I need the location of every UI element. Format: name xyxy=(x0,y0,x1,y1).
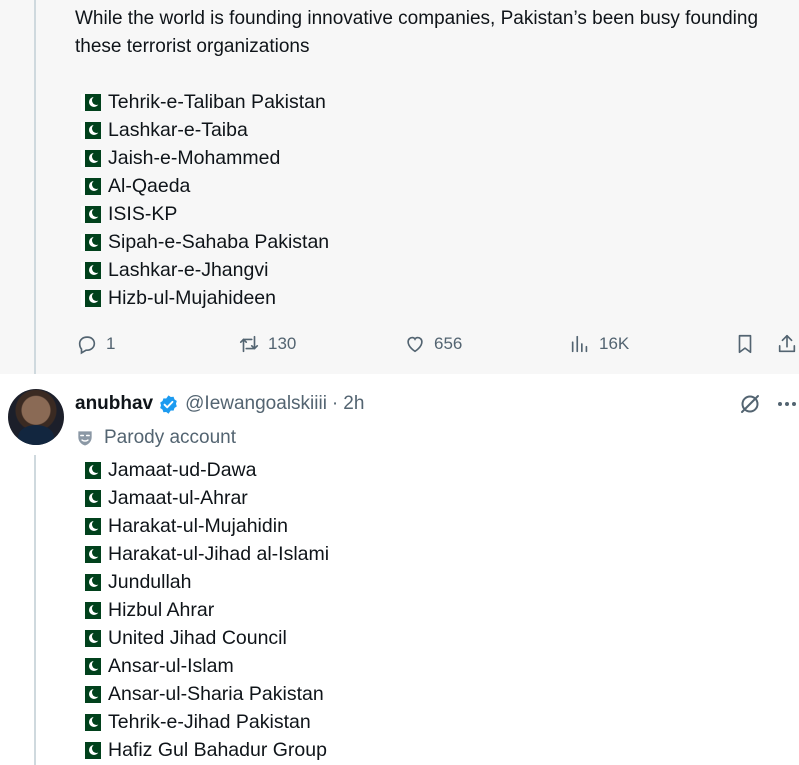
bookmark-icon xyxy=(738,334,752,354)
grok-button[interactable] xyxy=(738,392,762,416)
avatar[interactable] xyxy=(8,389,64,445)
list-item: Lashkar-e-Taiba xyxy=(81,116,329,144)
pakistan-flag-icon xyxy=(81,289,101,307)
list-item: Hafiz Gul Bahadur Group xyxy=(81,736,329,764)
verified-badge-icon xyxy=(160,394,177,414)
views-count: 16K xyxy=(599,334,630,353)
list-item-text: Harakat-ul-Mujahidin xyxy=(108,514,288,537)
pakistan-flag-icon xyxy=(81,573,101,591)
pakistan-flag-icon xyxy=(81,261,101,279)
repost-button[interactable]: 130 xyxy=(238,330,296,358)
bookmark-button[interactable] xyxy=(734,330,764,358)
pakistan-flag-icon xyxy=(81,741,101,759)
pakistan-flag-icon xyxy=(81,461,101,479)
display-name[interactable]: anubhav xyxy=(75,393,153,415)
list-item-text: Ansar-ul-Islam xyxy=(108,654,234,677)
list-item-text: Jaish-e-Mohammed xyxy=(108,146,281,169)
like-count: 656 xyxy=(434,334,463,353)
list-item-text: Harakat-ul-Jihad al-Islami xyxy=(108,542,330,565)
list-item-text: Jundullah xyxy=(108,570,192,593)
list-item-text: United Jihad Council xyxy=(108,626,287,649)
list-item: Ansar-ul-Islam xyxy=(81,652,329,680)
list-item-text: Lashkar-e-Taiba xyxy=(108,118,248,141)
reply-icon xyxy=(78,336,96,355)
thread-line xyxy=(34,455,36,765)
post-time[interactable]: 2h xyxy=(343,393,364,415)
pakistan-flag-icon xyxy=(81,657,101,675)
org-list-1: Tehrik-e-Taliban Pakistan Lashkar-e-Taiba… xyxy=(81,88,329,312)
list-item: Harakat-ul-Mujahidin xyxy=(81,512,329,540)
list-item-text: Al-Qaeda xyxy=(108,174,191,197)
share-icon xyxy=(778,334,796,353)
pakistan-flag-icon xyxy=(81,713,101,731)
list-item: Harakat-ul-Jihad al-Islami xyxy=(81,540,329,568)
list-item: Lashkar-e-Jhangvi xyxy=(81,256,329,284)
views-icon xyxy=(571,335,588,353)
reply-button[interactable]: 1 xyxy=(76,330,115,358)
heart-icon xyxy=(407,336,423,353)
pakistan-flag-icon xyxy=(81,545,101,563)
action-bar: 1 130 656 16K xyxy=(0,330,799,358)
list-item-text: Lashkar-e-Jhangvi xyxy=(108,258,269,281)
org-list-2: Jamaat-ud-Dawa Jamaat-ul-Ahrar Harakat-ul-… xyxy=(81,456,329,764)
like-button[interactable]: 656 xyxy=(404,330,462,358)
list-item-text: ISIS-KP xyxy=(108,202,178,225)
list-item: Tehrik-e-Jihad Pakistan xyxy=(81,708,329,736)
list-item: Ansar-ul-Sharia Pakistan xyxy=(81,680,329,708)
share-button[interactable] xyxy=(776,330,799,358)
list-item: Al-Qaeda xyxy=(81,172,329,200)
pakistan-flag-icon xyxy=(81,149,101,167)
pakistan-flag-icon xyxy=(81,205,101,223)
list-item: Jamaat-ul-Ahrar xyxy=(81,484,329,512)
parody-mask-icon xyxy=(78,431,92,446)
more-icon xyxy=(778,402,796,406)
list-item: Hizb-ul-Mujahideen xyxy=(81,284,329,312)
list-item-text: Tehrik-e-Taliban Pakistan xyxy=(108,90,326,113)
pakistan-flag-icon xyxy=(81,121,101,139)
pakistan-flag-icon xyxy=(81,601,101,619)
pakistan-flag-icon xyxy=(81,93,101,111)
pakistan-flag-icon xyxy=(81,177,101,195)
thread-line xyxy=(34,0,36,374)
repost-icon xyxy=(239,335,259,353)
list-item: Jaish-e-Mohammed xyxy=(81,144,329,172)
pakistan-flag-icon xyxy=(81,685,101,703)
list-item-text: Hafiz Gul Bahadur Group xyxy=(108,738,327,761)
repost-count: 130 xyxy=(268,334,297,353)
list-item-text: Jamaat-ul-Ahrar xyxy=(108,486,248,509)
list-item: ISIS-KP xyxy=(81,200,329,228)
quoted-post[interactable]: While the world is founding innovative c… xyxy=(0,0,799,374)
separator-dot: · xyxy=(331,393,339,414)
list-item: Hizbul Ahrar xyxy=(81,596,329,624)
list-item-text: Hizb-ul-Mujahideen xyxy=(108,286,276,309)
pakistan-flag-icon xyxy=(81,629,101,647)
list-item-text: Jamaat-ud-Dawa xyxy=(108,458,257,481)
list-item: Jamaat-ud-Dawa xyxy=(81,456,329,484)
post-header: anubhav @Iewangoalskiiii · 2h xyxy=(75,390,364,418)
list-item: United Jihad Council xyxy=(81,624,329,652)
views-button[interactable]: 16K xyxy=(569,330,629,358)
pakistan-flag-icon xyxy=(81,489,101,507)
pakistan-flag-icon xyxy=(81,517,101,535)
list-item-text: Hizbul Ahrar xyxy=(108,598,215,621)
parody-text: Parody account xyxy=(104,427,237,448)
list-item-text: Tehrik-e-Jihad Pakistan xyxy=(108,710,311,733)
list-item: Tehrik-e-Taliban Pakistan xyxy=(81,88,329,116)
list-item-text: Sipah-e-Sahaba Pakistan xyxy=(108,230,330,253)
reply-count: 1 xyxy=(106,334,116,353)
more-button[interactable] xyxy=(776,392,798,416)
post-intro-text: While the world is founding innovative c… xyxy=(75,8,759,57)
pakistan-flag-icon xyxy=(81,233,101,251)
list-item-text: Ansar-ul-Sharia Pakistan xyxy=(108,682,324,705)
parody-label: Parody account xyxy=(75,424,236,452)
grok-icon xyxy=(741,395,759,413)
user-handle[interactable]: @Iewangoalskiiii xyxy=(185,393,327,415)
list-item: Sipah-e-Sahaba Pakistan xyxy=(81,228,329,256)
list-item: Jundullah xyxy=(81,568,329,596)
